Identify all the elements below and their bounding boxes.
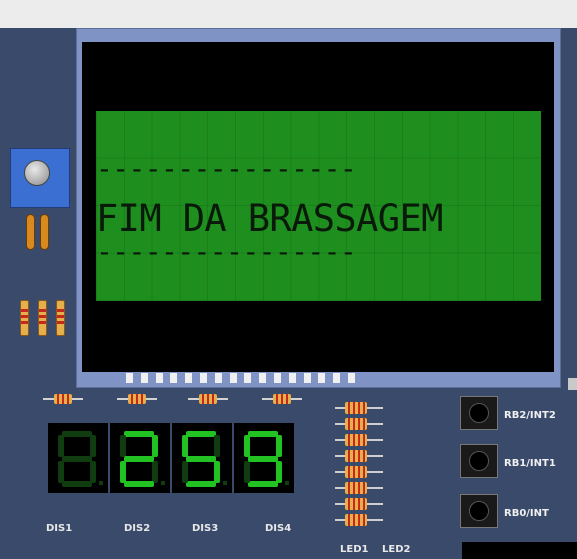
seven-segment-display-1: [48, 423, 108, 493]
lcd-screen: ---------------- FIM DA BRASSAGEM ------…: [96, 111, 541, 301]
segment-c: [152, 461, 158, 483]
resistor-icon: [38, 300, 47, 336]
segment-g: [248, 456, 278, 462]
lcd-pin: [318, 373, 326, 383]
led-icon: [335, 450, 383, 462]
rb2-push-button[interactable]: [460, 396, 498, 430]
segment-dp: [161, 481, 165, 485]
segment-d: [186, 481, 216, 487]
led-icon: [335, 434, 383, 446]
segment-e: [182, 461, 188, 483]
segment-e: [58, 461, 64, 483]
resistor-icon: [20, 300, 29, 336]
button-label: RB2/INT2: [504, 410, 556, 421]
seven-segment-display-3: [172, 423, 232, 493]
board-edge-tab: [568, 378, 577, 390]
crystal-lead-right: [40, 214, 49, 250]
segment-d: [248, 481, 278, 487]
segment-f: [58, 435, 64, 457]
display-label: DIS3: [192, 523, 219, 534]
segment-dp: [99, 481, 103, 485]
lcd-pin: [333, 373, 341, 383]
segment-f: [244, 435, 250, 457]
lcd-pin: [185, 373, 193, 383]
lcd-pin: [348, 373, 355, 383]
segment-a: [186, 431, 216, 437]
resistor-icon: [262, 394, 302, 404]
segment-e: [120, 461, 126, 483]
display-label: DIS2: [124, 523, 151, 534]
lcd-pin: [288, 373, 296, 383]
lcd-row-1: ----------------: [96, 152, 357, 185]
lcd-pin: [303, 373, 311, 383]
led-label: LED2: [382, 544, 411, 555]
lcd-pin: [155, 373, 163, 383]
button-cap-icon: [469, 403, 489, 423]
segment-e: [244, 461, 250, 483]
lcd-pin: [200, 373, 207, 383]
seven-segment-digit: [58, 431, 103, 487]
segment-a: [248, 431, 278, 437]
led-label: LED1: [340, 544, 369, 555]
display-label: DIS4: [265, 523, 292, 534]
seven-segment-digit: [120, 431, 165, 487]
led-icon: [335, 402, 383, 414]
segment-b: [214, 435, 220, 457]
seven-segment-digit: [244, 431, 289, 487]
lcd-row-3: ----------------: [96, 235, 357, 268]
led-icon: [335, 498, 383, 510]
segment-b: [90, 435, 96, 457]
lcd-pin: [170, 373, 178, 383]
segment-a: [62, 431, 92, 437]
lcd-pin: [140, 373, 148, 383]
segment-g: [124, 456, 154, 462]
segment-c: [276, 461, 282, 483]
lcd-row-2: FIM DA BRASSAGEM: [96, 197, 443, 240]
resistor-icon: [43, 394, 83, 404]
seven-segment-display-4: [234, 423, 294, 493]
lcd-pin: [126, 373, 133, 383]
segment-g: [186, 456, 216, 462]
button-label: RB1/INT1: [504, 458, 556, 469]
resistor-icon: [188, 394, 228, 404]
resistor-icon: [56, 300, 65, 336]
seven-segment-display-2: [110, 423, 170, 493]
segment-b: [152, 435, 158, 457]
segment-c: [214, 461, 220, 483]
pic-board: ---------------- FIM DA BRASSAGEM ------…: [0, 28, 577, 559]
display-label: DIS1: [46, 523, 73, 534]
led-icon: [335, 514, 383, 526]
button-cap-icon: [469, 451, 489, 471]
segment-f: [120, 435, 126, 457]
segment-d: [62, 481, 92, 487]
segment-f: [182, 435, 188, 457]
resistor-icon: [117, 394, 157, 404]
led-icon: [335, 482, 383, 494]
segment-g: [62, 456, 92, 462]
button-label: RB0/INT: [504, 508, 549, 519]
board-corner-block: [462, 542, 577, 559]
led-icon: [335, 466, 383, 478]
segment-b: [276, 435, 282, 457]
segment-dp: [285, 481, 289, 485]
segment-a: [124, 431, 154, 437]
rb1-push-button[interactable]: [460, 444, 498, 478]
segment-dp: [223, 481, 227, 485]
potentiometer-knob-icon[interactable]: [24, 160, 50, 186]
segment-c: [90, 461, 96, 483]
lcd-pin: [274, 373, 281, 383]
lcd-pin: [229, 373, 237, 383]
window-top-strip: [0, 0, 577, 28]
seven-segment-digit: [182, 431, 227, 487]
crystal-lead-left: [26, 214, 35, 250]
segment-d: [124, 481, 154, 487]
lcd-pin: [259, 373, 267, 383]
lcd-pin: [214, 373, 222, 383]
lcd-pin: [244, 373, 252, 383]
led-icon: [335, 418, 383, 430]
rb0-push-button[interactable]: [460, 494, 498, 528]
button-cap-icon: [469, 501, 489, 521]
